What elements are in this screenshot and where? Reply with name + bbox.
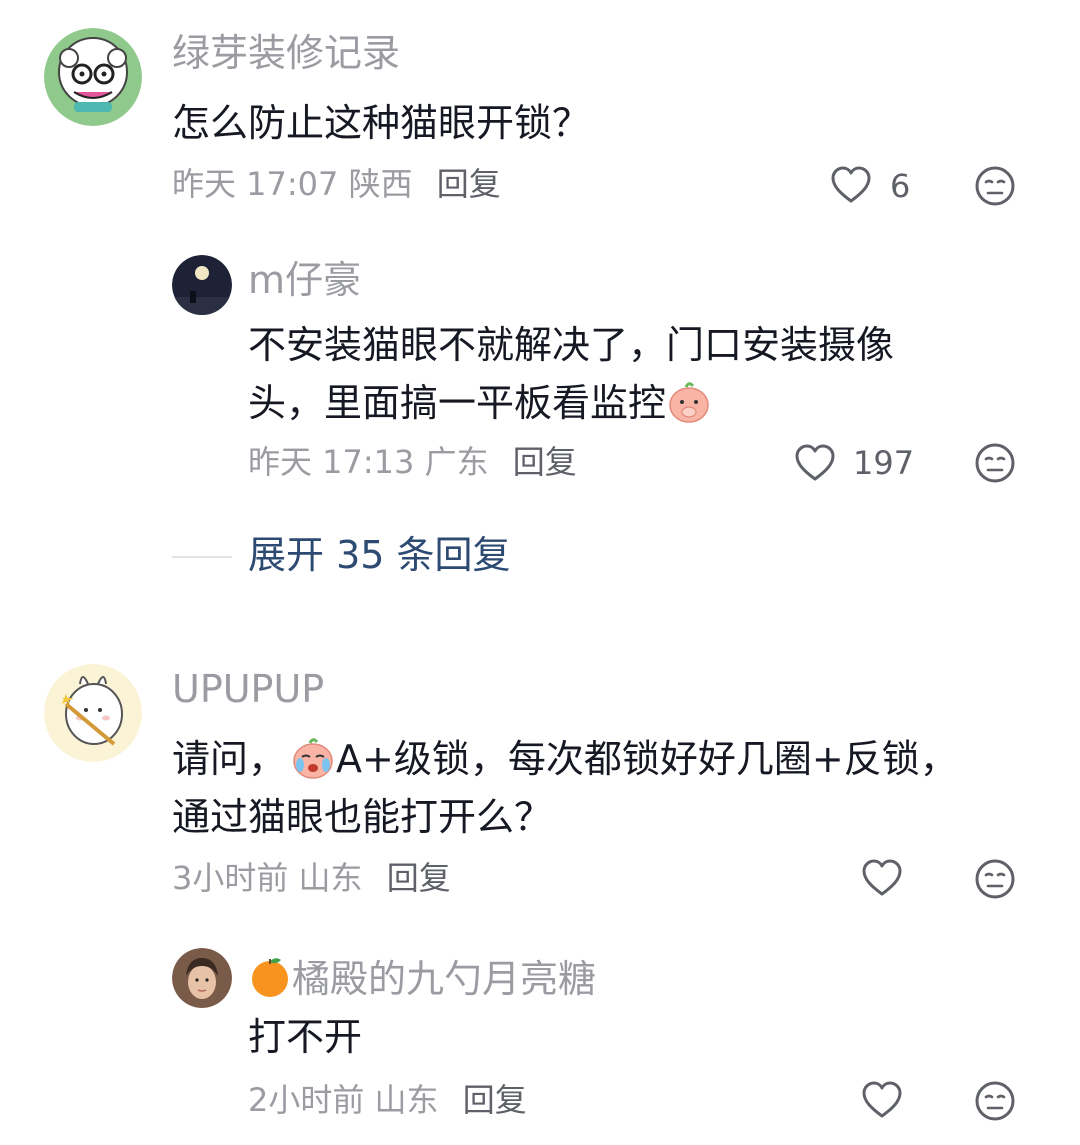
comment-username[interactable]: 绿芽装修记录: [172, 34, 400, 72]
comment-text-line: A+级锁，每次都锁好好几圈+反锁，: [336, 737, 958, 781]
comment-location: 广东: [424, 443, 489, 481]
comment-meta: 昨天 17:13 广东 回复: [248, 446, 577, 478]
meh-face-icon: [975, 859, 1015, 899]
comment-username[interactable]: m仔豪: [248, 261, 361, 299]
like-count: 6: [890, 167, 911, 205]
comment-meta: 3小时前 山东 回复: [172, 862, 451, 894]
peach-cover-mouth-emoji-icon: [669, 382, 709, 423]
like-button[interactable]: [861, 858, 903, 902]
like-button[interactable]: [794, 443, 836, 487]
comment-text: 打不开: [248, 1008, 362, 1066]
comment-text: 请问， A+级锁，每次都锁好好几圈+反锁， 通过猫眼也能打开么？: [172, 730, 958, 846]
meh-face-icon: [975, 166, 1015, 206]
meh-face-icon: [975, 1081, 1015, 1121]
comment-time: 2小时前: [248, 1081, 365, 1119]
comment-time: 昨天 17:07: [172, 165, 339, 203]
reply-button[interactable]: 回复: [463, 1081, 527, 1119]
username-text: 橘殿的九勺月亮糖: [292, 957, 597, 1001]
avatar-user[interactable]: [44, 28, 142, 126]
comment-text-line: 不安装猫眼不就解决了，门口安装摄像: [248, 323, 895, 367]
expand-divider: [172, 556, 232, 558]
avatar-user[interactable]: [172, 255, 232, 315]
comment-time: 3小时前: [172, 859, 289, 897]
comment-text-line: 头，里面搞一平板看监控: [248, 381, 667, 425]
dislike-button[interactable]: [974, 1080, 1016, 1126]
comment-text-line: 请问，: [172, 737, 287, 781]
orange-emoji-icon: [252, 958, 288, 997]
comment-location: 山东: [298, 859, 363, 897]
heart-outline-icon: [862, 859, 902, 896]
comment-text-line-wrap: 请问， A+级锁，每次都锁好好几圈+反锁，: [172, 730, 958, 788]
like-button[interactable]: [861, 1080, 903, 1124]
peach-crying-emoji-icon: [293, 738, 333, 779]
expand-replies-button[interactable]: 展开 35 条回复: [248, 536, 511, 574]
reply-button[interactable]: 回复: [513, 443, 577, 481]
avatar-user[interactable]: [44, 664, 142, 762]
dislike-button[interactable]: [974, 442, 1016, 488]
comment-text-line: 打不开: [248, 1015, 363, 1059]
comment-username[interactable]: UPUPUP: [172, 670, 324, 708]
dislike-button[interactable]: [974, 165, 1016, 211]
heart-outline-icon: [862, 1081, 902, 1118]
heart-outline-icon: [795, 444, 835, 481]
comment-text: 不安装猫眼不就解决了，门口安装摄像 头，里面搞一平板看监控: [248, 316, 894, 432]
reply-button[interactable]: 回复: [387, 859, 451, 897]
like-button[interactable]: [830, 165, 872, 209]
comment-text: 怎么防止这种猫眼开锁？: [172, 94, 590, 152]
comment-location: 山东: [374, 1081, 439, 1119]
comment-text-line: 怎么防止这种猫眼开锁？: [172, 101, 591, 145]
avatar-user[interactable]: [172, 948, 232, 1008]
comment-text-line-wrap: 头，里面搞一平板看监控: [248, 374, 894, 432]
meh-face-icon: [975, 443, 1015, 483]
comment-text-line: 通过猫眼也能打开么？: [172, 795, 553, 839]
comment-location: 陕西: [348, 165, 413, 203]
dislike-button[interactable]: [974, 858, 1016, 904]
comment-username[interactable]: 橘殿的九勺月亮糖: [248, 954, 596, 998]
comment-meta: 2小时前 山东 回复: [248, 1084, 527, 1116]
comment-meta: 昨天 17:07 陕西 回复: [172, 168, 501, 200]
comment-time: 昨天 17:13: [248, 443, 415, 481]
like-count: 197: [853, 444, 915, 482]
heart-outline-icon: [831, 166, 871, 203]
reply-button[interactable]: 回复: [437, 165, 501, 203]
